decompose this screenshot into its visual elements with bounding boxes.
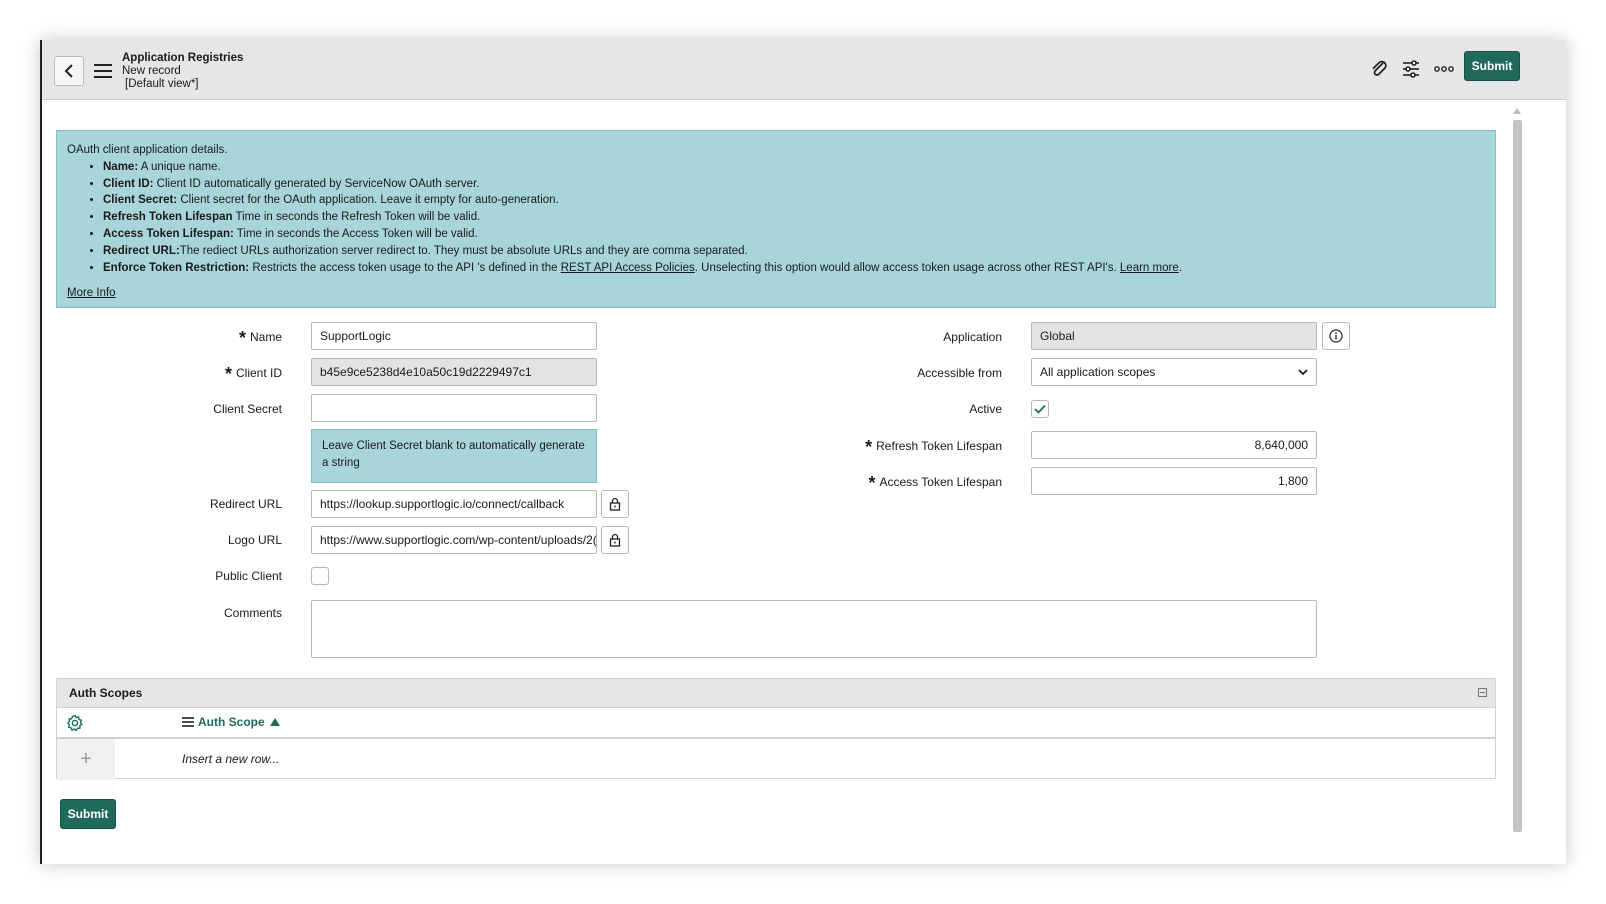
access-token-lifespan-input[interactable]: 1,800	[1031, 467, 1317, 495]
redirect-url-input[interactable]: https://lookup.supportlogic.io/connect/c…	[311, 490, 597, 518]
chevron-down-icon	[1298, 368, 1308, 375]
info-item: Name: A unique name.	[103, 159, 1485, 176]
comments-textarea[interactable]	[311, 600, 1317, 658]
info-item: Access Token Lifespan: Time in seconds t…	[103, 226, 1485, 243]
info-item: Client Secret: Client secret for the OAu…	[103, 192, 1485, 209]
auth-scope-column-label: Auth Scope	[198, 715, 265, 729]
logo-url-input[interactable]: https://www.supportlogic.com/wp-content/…	[311, 526, 597, 554]
comments-label: Comments	[223, 606, 282, 620]
application-label: Application	[943, 330, 1002, 344]
gear-icon[interactable]	[66, 714, 84, 732]
more-info-link[interactable]: More Info	[67, 285, 116, 302]
required-icon: *	[224, 364, 232, 384]
auth-scope-column-header[interactable]: Auth Scope	[182, 715, 280, 729]
view-name: [Default view*]	[125, 78, 199, 90]
client-secret-label: Client Secret	[213, 402, 282, 416]
refresh-token-lifespan-input[interactable]: 8,640,000	[1031, 431, 1317, 459]
more-options-icon[interactable]	[1433, 58, 1455, 80]
footer-submit-button[interactable]: Submit	[60, 799, 116, 829]
learn-more-link[interactable]: Learn more	[1120, 262, 1179, 274]
client-secret-hint: Leave Client Secret blank to automatical…	[311, 429, 597, 483]
scroll-up-arrow-icon[interactable]	[1513, 108, 1521, 114]
sort-ascending-icon	[269, 718, 280, 726]
accessible-from-label: Accessible from	[917, 366, 1002, 380]
info-item-enforce: Enforce Token Restriction: Restricts the…	[103, 260, 1485, 277]
application-input[interactable]: Global	[1031, 322, 1317, 350]
name-input[interactable]: SupportLogic	[311, 322, 597, 350]
record-subtitle: New record	[122, 65, 181, 77]
client-id-label: * Client ID	[224, 364, 282, 384]
insert-new-row-link[interactable]: Insert a new row...	[182, 752, 279, 766]
info-message-box: OAuth client application details. Name: …	[56, 130, 1496, 308]
auth-scopes-list: Auth Scopes Auth Scope + Insert a new ro…	[56, 678, 1496, 780]
add-row-plus-icon[interactable]: +	[57, 739, 115, 780]
settings-sliders-icon[interactable]	[1400, 58, 1422, 80]
info-item: Refresh Token Lifespan Time in seconds t…	[103, 209, 1485, 226]
public-client-checkbox[interactable]	[311, 567, 329, 585]
insert-row: + Insert a new row...	[57, 739, 1495, 780]
auth-scopes-columns: Auth Scope	[57, 708, 1495, 739]
attachment-icon[interactable]	[1368, 58, 1390, 80]
access-token-lifespan-label: * Access Token Lifespan	[868, 473, 1002, 493]
form-header: Application Registries New record [Defau…	[42, 40, 1566, 100]
info-intro: OAuth client application details.	[67, 144, 228, 156]
logo-url-label: Logo URL	[227, 533, 282, 547]
lock-icon	[609, 533, 621, 547]
rest-api-access-policies-link[interactable]: REST API Access Policies	[561, 262, 695, 274]
redirect-url-lock-button[interactable]	[601, 490, 629, 518]
logo-url-lock-button[interactable]	[601, 526, 629, 554]
info-item: Redirect URL:The rediect URLs authorizat…	[103, 243, 1485, 260]
redirect-url-label: Redirect URL	[209, 497, 282, 511]
info-list: Name: A unique name. Client ID: Client I…	[67, 159, 1485, 277]
column-menu-icon[interactable]	[182, 717, 194, 727]
checkmark-icon	[1034, 404, 1046, 414]
accessible-from-value: All application scopes	[1040, 365, 1156, 379]
chevron-left-icon	[64, 64, 73, 78]
refresh-token-lifespan-label: * Refresh Token Lifespan	[865, 437, 1002, 457]
accessible-from-select[interactable]: All application scopes	[1031, 358, 1317, 386]
collapse-icon[interactable]	[1478, 688, 1487, 697]
page-title: Application Registries	[122, 52, 244, 64]
record-titles: Application Registries New record [Defau…	[122, 52, 243, 91]
active-checkbox[interactable]	[1031, 400, 1049, 418]
info-item: Client ID: Client ID automatically gener…	[103, 176, 1485, 193]
name-label: * Name	[238, 328, 282, 348]
required-icon: *	[865, 437, 873, 457]
public-client-label: Public Client	[215, 569, 282, 583]
required-icon: *	[868, 473, 876, 493]
required-icon: *	[238, 328, 246, 348]
form-window: Application Registries New record [Defau…	[40, 40, 1566, 864]
lock-icon	[609, 497, 621, 511]
info-icon	[1329, 329, 1343, 343]
hamburger-menu-icon[interactable]	[94, 64, 112, 78]
client-secret-input[interactable]	[311, 394, 597, 422]
auth-scopes-header: Auth Scopes	[57, 679, 1495, 708]
application-info-button[interactable]	[1322, 322, 1350, 350]
vertical-scrollbar[interactable]	[1511, 106, 1523, 836]
header-submit-button[interactable]: Submit	[1464, 51, 1520, 81]
active-label: Active	[969, 402, 1002, 416]
client-id-input[interactable]: b45e9ce5238d4e10a50c19d2229497c1	[311, 358, 597, 386]
scroll-thumb[interactable]	[1513, 120, 1522, 832]
auth-scopes-title: Auth Scopes	[69, 686, 143, 700]
back-button[interactable]	[54, 56, 84, 86]
